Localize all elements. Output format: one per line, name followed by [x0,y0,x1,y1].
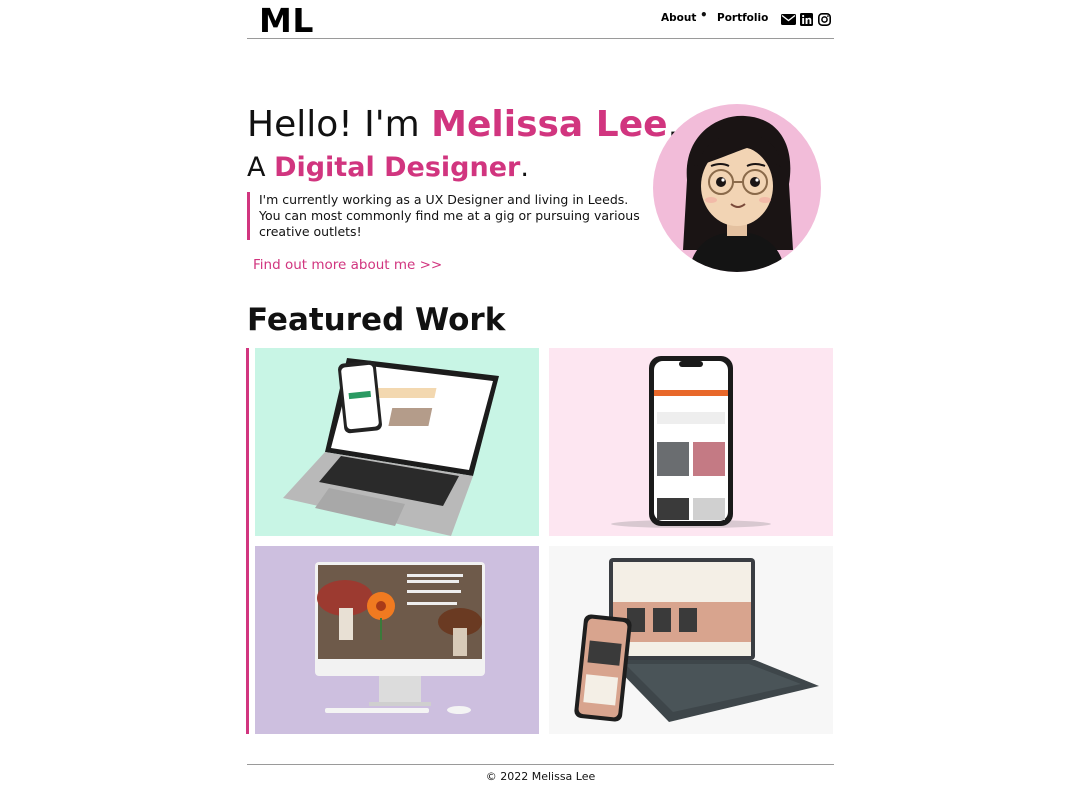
portfolio-tile-2[interactable] [549,348,833,536]
portfolio-tile-1[interactable] [255,348,539,536]
intro-line-2: You can most commonly find me at a gig o… [259,208,640,239]
nav-portfolio-link[interactable]: Portfolio [717,12,768,24]
phone-mockup-image [611,356,771,528]
logo-link[interactable]: ML [259,1,314,40]
laptop-phone-mockup-image [574,558,819,722]
avatar [653,104,821,272]
desktop-mockup-image [315,562,485,714]
portfolio-tile-4[interactable] [549,546,833,734]
featured-work-heading: Featured Work [247,302,506,338]
portfolio-tile-3[interactable] [255,546,539,734]
role-prefix: A [247,152,275,183]
intro-blockquote: I'm currently working as a UX Designer a… [247,192,649,240]
email-icon[interactable] [781,11,796,30]
linkedin-icon[interactable] [800,11,813,30]
nav-about-link[interactable]: About [661,12,696,24]
name-text: Melissa Lee [431,104,668,145]
subheading-period: . [520,152,529,183]
role-text: Digital Designer [274,152,521,183]
copyright-text: © 2022 Melissa Lee [485,770,596,783]
intro-line-1: I'm currently working as a UX Designer a… [259,192,629,207]
site-header: ML About • Portfolio [247,0,834,40]
laptop-phone-mockup-image [283,358,499,536]
site-footer: © 2022 Melissa Lee [247,764,834,789]
nav-separator: • [700,8,708,22]
hero-subheading: A Digital Designer. [247,152,529,183]
instagram-icon[interactable] [818,11,831,30]
greeting-text: Hello! I'm [247,104,432,145]
about-me-link[interactable]: Find out more about me >> [253,257,442,273]
featured-accent-bar [246,348,249,734]
hero-heading: Hello! I'm Melissa Lee. [247,104,679,145]
